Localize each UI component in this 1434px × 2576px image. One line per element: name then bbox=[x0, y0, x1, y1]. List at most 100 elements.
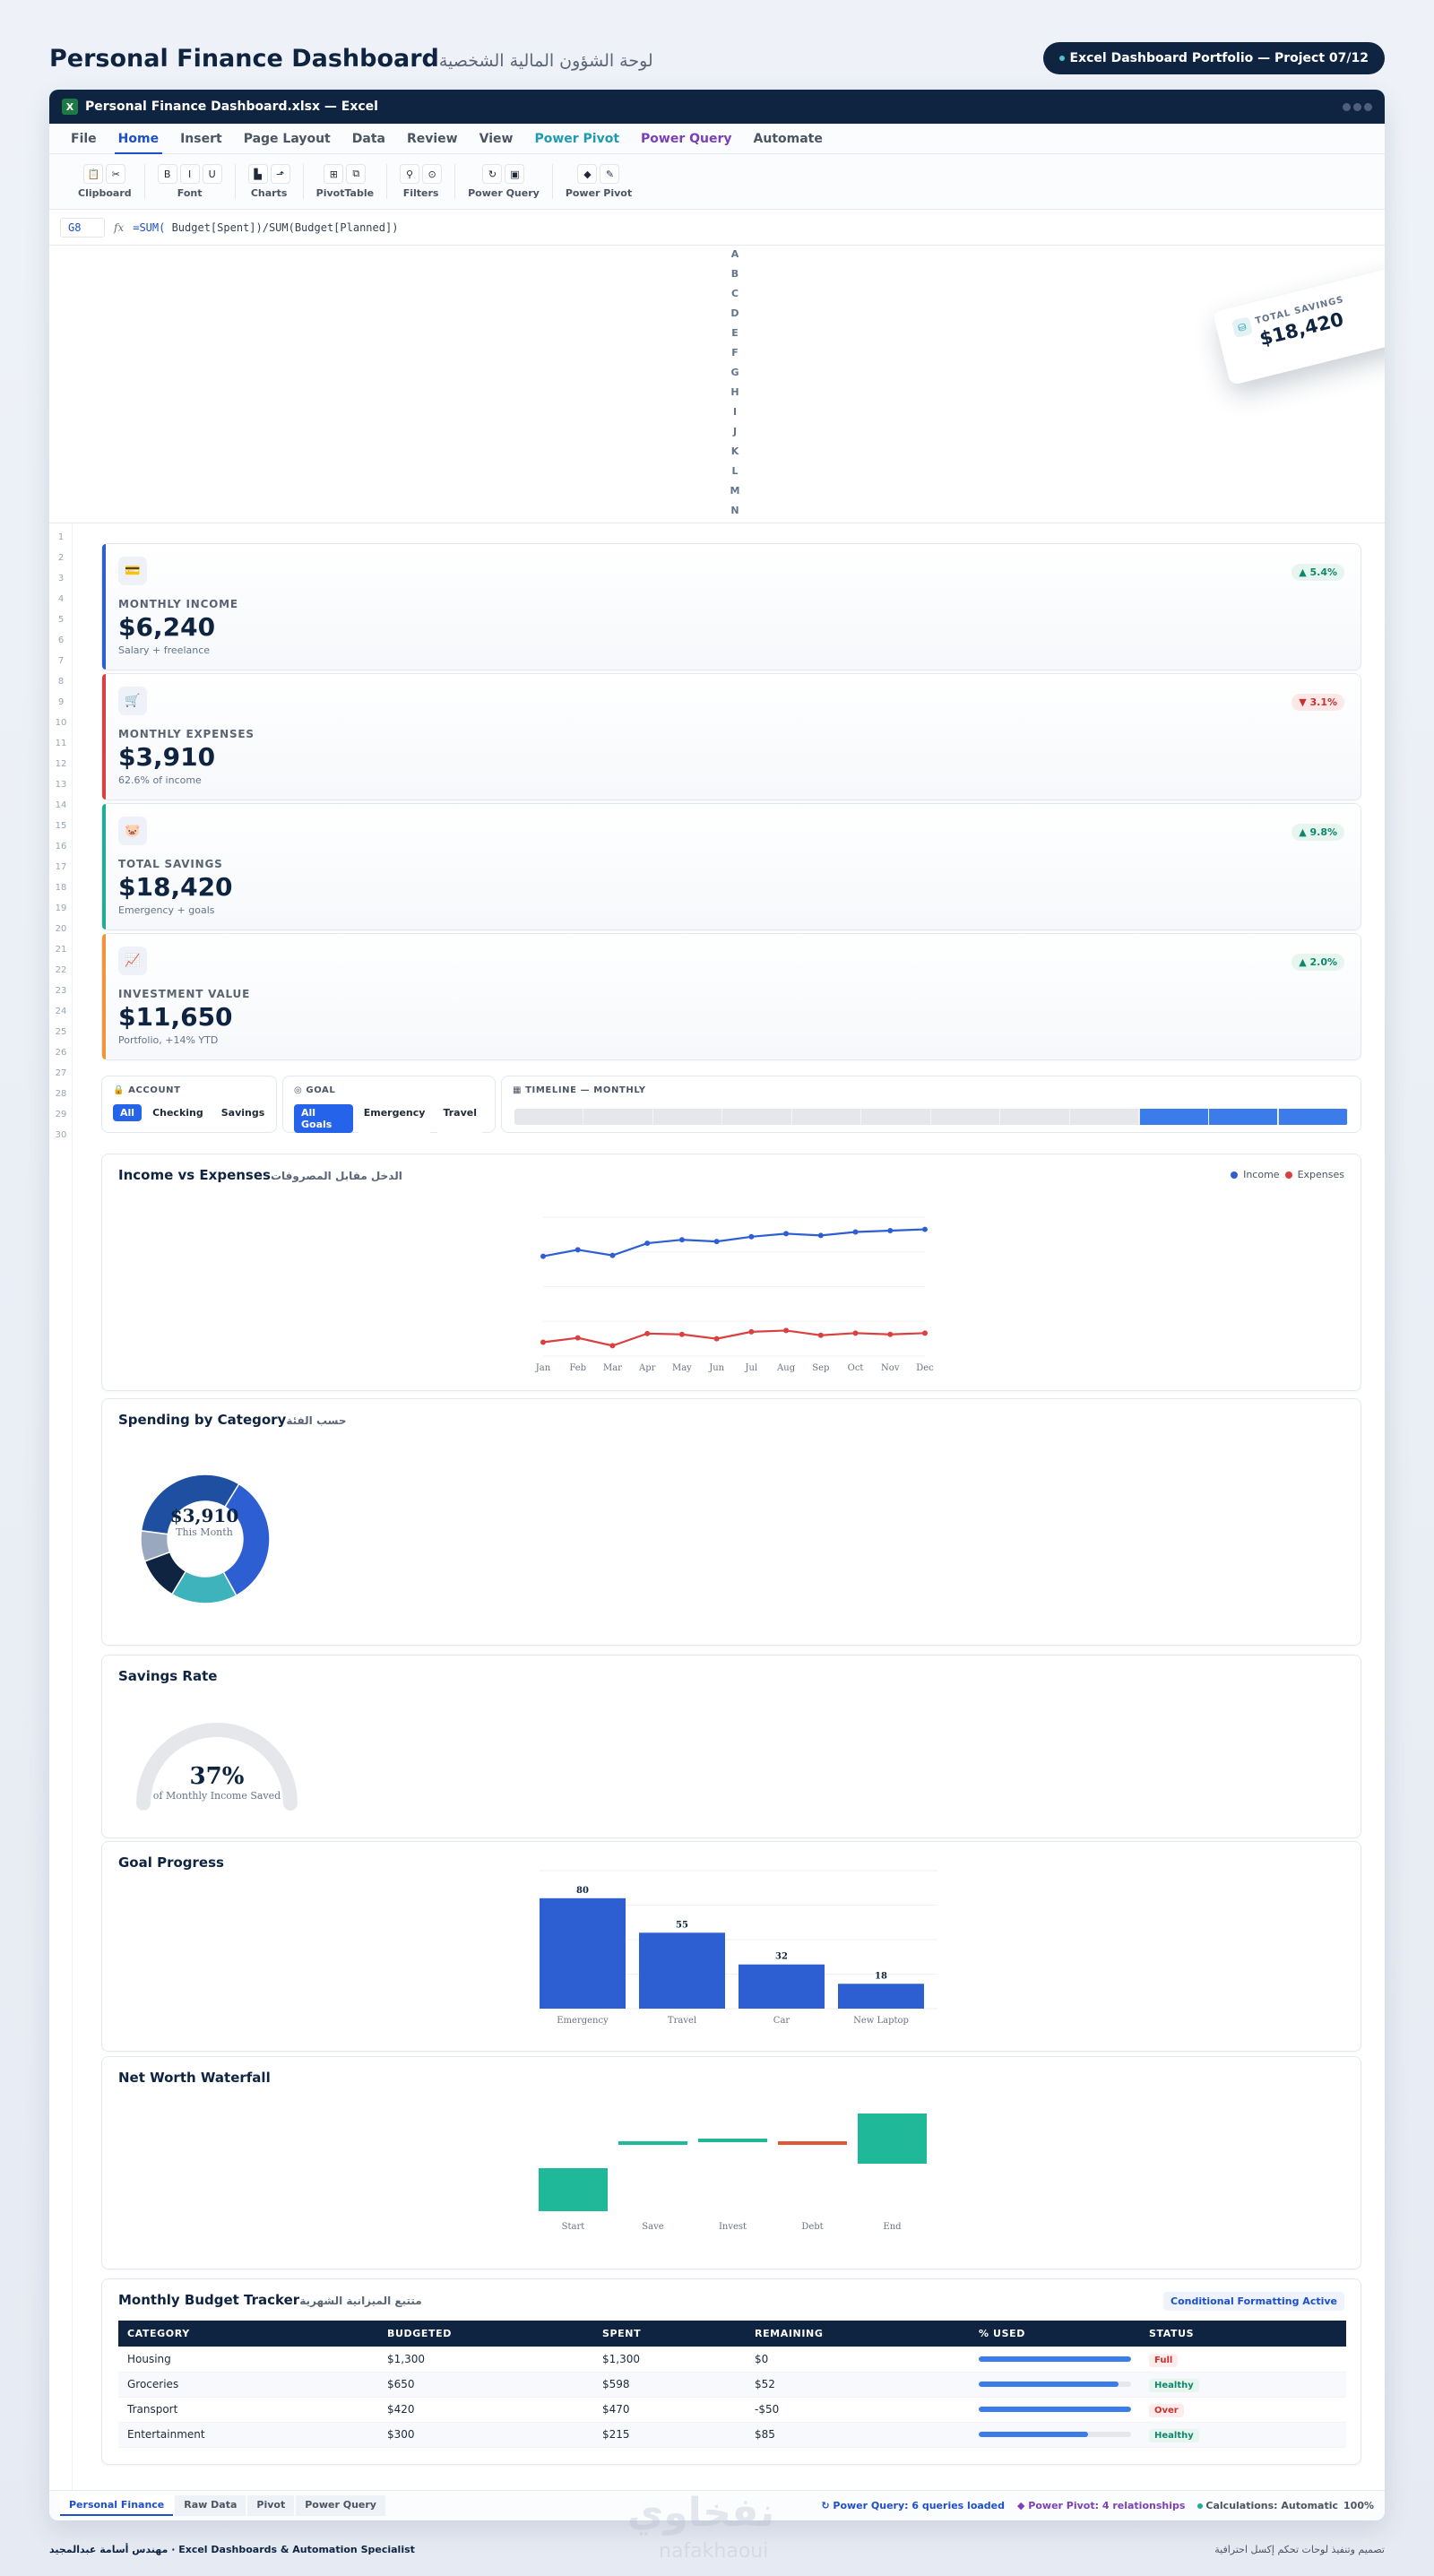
column-header[interactable]: N bbox=[728, 505, 742, 524]
menu-tab-page-layout[interactable]: Page Layout bbox=[233, 125, 341, 153]
menu-tab-data[interactable]: Data bbox=[341, 125, 396, 153]
waterfall-bar-debt[interactable] bbox=[778, 2141, 847, 2145]
menu-tab-power-query[interactable]: Power Query bbox=[630, 125, 742, 153]
pivottable-tool-icon[interactable]: ⊞ bbox=[324, 164, 344, 184]
timeline-month-segment[interactable] bbox=[792, 1109, 862, 1125]
table-row[interactable]: Groceries $650 $598 $52 Healthy bbox=[118, 2372, 1346, 2398]
income-data-point[interactable] bbox=[783, 1231, 790, 1237]
timeline-month-segment[interactable] bbox=[1070, 1109, 1140, 1125]
timeline-month-segment[interactable] bbox=[1209, 1109, 1279, 1125]
row-number[interactable]: 25 bbox=[49, 1027, 73, 1037]
expenses-data-point[interactable] bbox=[922, 1330, 928, 1336]
sheet-tab-pivot[interactable]: Pivot bbox=[247, 2495, 295, 2516]
font-tool-icon[interactable]: B bbox=[157, 164, 177, 184]
timeline-month-segment[interactable] bbox=[514, 1109, 584, 1125]
income-data-point[interactable] bbox=[748, 1233, 755, 1240]
row-number[interactable]: 19 bbox=[49, 903, 73, 913]
window-controls[interactable] bbox=[1343, 102, 1372, 111]
income-data-point[interactable] bbox=[574, 1247, 581, 1253]
row-number[interactable]: 6 bbox=[49, 635, 73, 645]
expenses-data-point[interactable] bbox=[817, 1332, 824, 1338]
row-number[interactable]: 12 bbox=[49, 759, 73, 769]
row-number[interactable]: 15 bbox=[49, 821, 73, 831]
row-number[interactable]: 22 bbox=[49, 965, 73, 975]
timeline-month-segment[interactable] bbox=[653, 1109, 723, 1125]
timeline-month-segment[interactable] bbox=[862, 1109, 931, 1125]
goal-bar-travel[interactable] bbox=[639, 1932, 725, 2009]
expenses-data-point[interactable] bbox=[678, 1331, 685, 1337]
account-slicer-option[interactable]: All bbox=[113, 1104, 143, 1121]
budget-column-header[interactable]: SPENT bbox=[593, 2321, 746, 2347]
row-number[interactable]: 5 bbox=[49, 615, 73, 625]
row-number[interactable]: 20 bbox=[49, 924, 73, 934]
row-number[interactable]: 21 bbox=[49, 945, 73, 955]
row-number[interactable]: 23 bbox=[49, 986, 73, 996]
row-number[interactable]: 8 bbox=[49, 677, 73, 687]
font-tool-icon[interactable]: U bbox=[202, 164, 222, 184]
waterfall-bar-save[interactable] bbox=[618, 2141, 687, 2145]
menu-tab-file[interactable]: File bbox=[60, 125, 108, 153]
filters-tool-icon[interactable]: ⚲ bbox=[400, 164, 420, 184]
menu-tab-home[interactable]: Home bbox=[108, 125, 169, 154]
timeline-month-segment[interactable] bbox=[1001, 1109, 1070, 1125]
column-header[interactable]: K bbox=[728, 445, 742, 465]
row-number[interactable]: 17 bbox=[49, 862, 73, 872]
table-row[interactable]: Housing $1,300 $1,300 $0 Full bbox=[118, 2347, 1346, 2373]
row-number[interactable]: 24 bbox=[49, 1007, 73, 1016]
window-dot-icon[interactable] bbox=[1353, 102, 1361, 111]
timeline-month-segment[interactable] bbox=[1139, 1109, 1209, 1125]
timeline-track[interactable] bbox=[514, 1109, 1348, 1125]
goal-slicer-option[interactable]: All Goals bbox=[294, 1104, 353, 1133]
column-header[interactable]: F bbox=[728, 347, 742, 367]
income-data-point[interactable] bbox=[540, 1253, 546, 1259]
column-header[interactable]: I bbox=[728, 406, 742, 426]
income-data-point[interactable] bbox=[922, 1226, 928, 1232]
timeline-month-segment[interactable] bbox=[931, 1109, 1001, 1125]
row-number[interactable]: 2 bbox=[49, 553, 73, 563]
column-header[interactable]: G bbox=[728, 367, 742, 386]
expenses-data-point[interactable] bbox=[852, 1330, 859, 1336]
column-header[interactable]: E bbox=[728, 327, 742, 347]
expenses-data-point[interactable] bbox=[748, 1328, 755, 1335]
expenses-data-point[interactable] bbox=[887, 1331, 894, 1337]
column-header[interactable]: M bbox=[728, 485, 742, 505]
donut-slice-housing[interactable] bbox=[222, 1482, 271, 1597]
timeline-month-segment[interactable] bbox=[1278, 1109, 1348, 1125]
filters-tool-icon[interactable]: ⊙ bbox=[422, 164, 443, 184]
timeline-month-segment[interactable] bbox=[583, 1109, 653, 1125]
power-pivot-tool-icon[interactable]: ◆ bbox=[577, 164, 598, 184]
income-data-point[interactable] bbox=[609, 1252, 616, 1258]
sheet-tab-power-query[interactable]: Power Query bbox=[296, 2495, 385, 2516]
menu-tab-automate[interactable]: Automate bbox=[743, 125, 834, 153]
income-data-point[interactable] bbox=[887, 1228, 894, 1234]
income-data-point[interactable] bbox=[713, 1239, 720, 1245]
clipboard-tool-icon[interactable]: ✂ bbox=[106, 164, 126, 184]
goal-bar-emergency[interactable] bbox=[540, 1897, 626, 2009]
account-slicer-option[interactable]: Savings bbox=[213, 1104, 272, 1121]
goal-bar-new-laptop[interactable] bbox=[838, 1984, 924, 2009]
goal-bar-car[interactable] bbox=[739, 1964, 825, 2009]
pivottable-tool-icon[interactable]: ⧉ bbox=[346, 164, 367, 184]
menu-tab-power-pivot[interactable]: Power Pivot bbox=[523, 125, 630, 153]
row-number[interactable]: 16 bbox=[49, 842, 73, 851]
font-tool-icon[interactable]: I bbox=[179, 164, 200, 184]
window-dot-icon[interactable] bbox=[1343, 102, 1351, 111]
income-data-point[interactable] bbox=[817, 1232, 824, 1239]
expenses-data-point[interactable] bbox=[609, 1343, 616, 1349]
column-header[interactable]: B bbox=[728, 268, 742, 288]
power-query-tool-icon[interactable]: ▣ bbox=[505, 164, 525, 184]
row-number[interactable]: 29 bbox=[49, 1110, 73, 1119]
budget-column-header[interactable]: BUDGETED bbox=[378, 2321, 593, 2347]
formula-input[interactable]: =SUM( Budget[Spent])/SUM(Budget[Planned]… bbox=[133, 221, 398, 234]
waterfall-bar-invest[interactable] bbox=[698, 2139, 767, 2142]
row-number[interactable]: 10 bbox=[49, 718, 73, 728]
goal-slicer-option[interactable]: Travel bbox=[436, 1104, 484, 1133]
column-header[interactable]: C bbox=[728, 288, 742, 307]
zoom-level[interactable]: 100% bbox=[1343, 2500, 1374, 2511]
clipboard-tool-icon[interactable]: 📋 bbox=[83, 164, 104, 184]
budget-column-header[interactable]: CATEGORY bbox=[118, 2321, 378, 2347]
sheet-tab-personal-finance[interactable]: Personal Finance bbox=[60, 2495, 174, 2516]
table-row[interactable]: Entertainment $300 $215 $85 Healthy bbox=[118, 2422, 1346, 2448]
income-data-point[interactable] bbox=[644, 1240, 651, 1247]
account-slicer-option[interactable]: Checking bbox=[145, 1104, 211, 1121]
